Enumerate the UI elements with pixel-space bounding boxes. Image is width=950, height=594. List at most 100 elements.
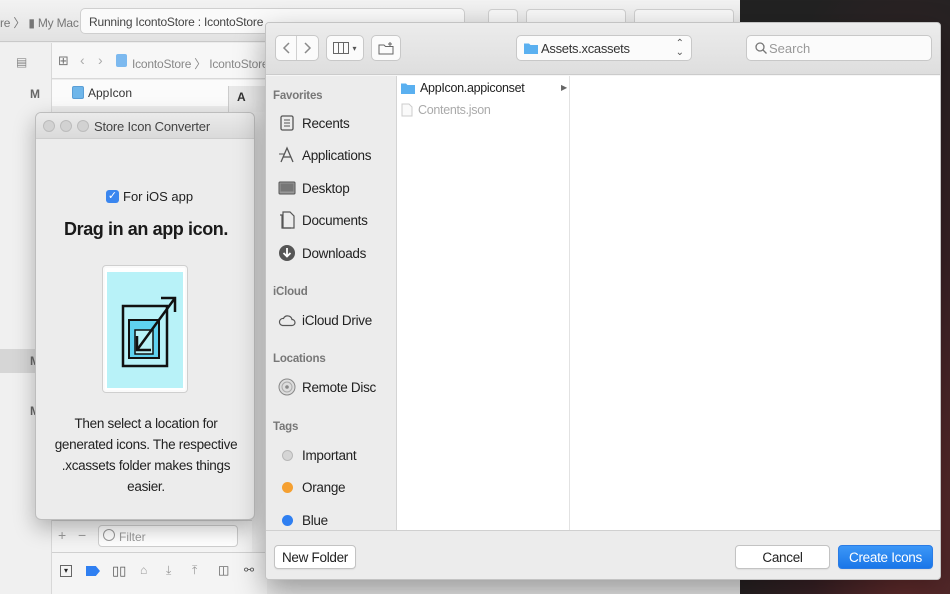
- step-over-icon[interactable]: ⌂: [140, 563, 147, 577]
- sidebar-item-documents[interactable]: Documents: [278, 209, 368, 231]
- documents-icon: [278, 211, 296, 229]
- converter-titlebar: Store Icon Converter: [36, 113, 254, 139]
- applications-icon: [278, 146, 296, 164]
- new-folder-toolbar-button[interactable]: [371, 35, 401, 61]
- new-folder-button[interactable]: New Folder: [274, 545, 356, 569]
- tag-orange-icon: [278, 478, 296, 496]
- tag-gray-icon: [278, 446, 296, 464]
- sidebar-item-desktop[interactable]: Desktop: [278, 177, 350, 199]
- favorites-header: Favorites: [273, 90, 323, 102]
- disclosure-arrow-icon: ▶: [561, 83, 568, 92]
- editor-tab-fragment[interactable]: A: [228, 86, 268, 112]
- file-list-row[interactable]: AppIcon A: [52, 80, 268, 112]
- add-icon[interactable]: +: [58, 527, 66, 543]
- sidebar-item-label: Downloads: [302, 245, 367, 261]
- sidebar-tag-orange[interactable]: Orange: [278, 476, 346, 498]
- step-into-icon[interactable]: ⤓: [166, 563, 171, 578]
- remove-icon[interactable]: −: [78, 527, 86, 543]
- activity-text: Running IcontoStore : IcontoStore: [89, 15, 264, 29]
- project-icon: [116, 54, 127, 67]
- search-input[interactable]: [769, 39, 925, 57]
- recents-icon: [278, 114, 296, 132]
- sidebar-tag-important[interactable]: Important: [278, 444, 357, 466]
- list-item[interactable]: AppIcon.appiconset: [401, 78, 525, 98]
- app-icon-placeholder: [107, 272, 183, 388]
- pause-icon[interactable]: ▯▯: [112, 563, 126, 579]
- nav-status-m: M: [30, 87, 40, 101]
- sidebar-item-downloads[interactable]: Downloads: [278, 242, 366, 264]
- search-field[interactable]: [746, 35, 932, 61]
- forward-button[interactable]: [297, 36, 318, 60]
- forward-icon[interactable]: ›: [98, 52, 103, 68]
- sidebar-item-label: Recents: [302, 115, 350, 131]
- ios-app-checkbox[interactable]: ✓ For iOS app: [106, 189, 193, 204]
- icloud-header: iCloud: [273, 286, 308, 298]
- folder-icon: [524, 43, 538, 54]
- close-window-button[interactable]: [43, 120, 55, 132]
- grid-icon[interactable]: ⊞: [58, 53, 69, 69]
- dialog-sidebar: Favorites Recents Applications Desktop D…: [266, 76, 397, 530]
- sidebar-item-applications[interactable]: Applications: [278, 144, 372, 166]
- store-icon-converter-window: Store Icon Converter ✓ For iOS app Drag …: [35, 112, 255, 520]
- sidebar-item-label: Remote Disc: [302, 379, 376, 395]
- jump-bar: ⊞ ‹ › IcontoStore 〉 IcontoStore: [52, 43, 269, 79]
- browser-column-1: AppIcon.appiconset ▶ Contents.json: [397, 76, 570, 530]
- filter-icon: [103, 529, 115, 541]
- step-out-icon[interactable]: ⤒: [192, 563, 197, 578]
- locations-header: Locations: [273, 353, 326, 365]
- chevron-left-icon: [282, 42, 290, 54]
- sidebar-item-label: Blue: [302, 512, 328, 528]
- dialog-toolbar: ▾ Assets.xcassets ⌃ ⌄: [266, 23, 940, 75]
- file-name: AppIcon: [88, 86, 133, 100]
- navigator-filter-bar: + − Filter: [52, 520, 252, 552]
- zoom-window-button[interactable]: [77, 120, 89, 132]
- breakpoint-icon[interactable]: [86, 566, 100, 576]
- file-name: Contents.json: [418, 103, 491, 117]
- resize-arrow-icon: [121, 296, 177, 368]
- scheme-selector[interactable]: re 〉 ▮ My Mac: [0, 14, 79, 31]
- choose-location-dialog: ▾ Assets.xcassets ⌃⌄ Favorites Recents: [265, 22, 941, 580]
- folder-icon: [401, 83, 415, 94]
- memory-graph-icon[interactable]: ⚯: [244, 563, 254, 577]
- debug-bar: ▾ ▯▯ ⌂ ⤓ ⤒ ◫ ⚯: [52, 552, 267, 594]
- back-icon[interactable]: ‹: [80, 52, 85, 68]
- location-popup[interactable]: Assets.xcassets ⌃ ⌄: [516, 35, 692, 61]
- file-browser: AppIcon.appiconset ▶ Contents.json: [397, 76, 940, 530]
- sidebar-item-label: Documents: [302, 212, 368, 228]
- create-icons-button[interactable]: Create Icons: [838, 545, 933, 569]
- back-forward-control: [275, 35, 319, 61]
- sidebar-item-label: iCloud Drive: [302, 312, 372, 328]
- sidebar-item-remote-disc[interactable]: Remote Disc: [278, 376, 376, 398]
- location-label: Assets.xcassets: [541, 41, 630, 56]
- popup-arrows-icon: ⌃ ⌄: [675, 38, 684, 58]
- view-mode-button[interactable]: ▾: [326, 35, 364, 61]
- minimize-window-button[interactable]: [60, 120, 72, 132]
- asset-catalog-icon: [72, 86, 84, 99]
- document-icon: [401, 103, 413, 117]
- back-button[interactable]: [276, 36, 297, 60]
- sidebar-tag-blue[interactable]: Blue: [278, 509, 328, 531]
- icon-drop-well[interactable]: [102, 265, 188, 393]
- browser-column-2: [571, 76, 940, 530]
- sidebar-item-icloud-drive[interactable]: iCloud Drive: [278, 309, 372, 331]
- sidebar-item-label: Desktop: [302, 180, 350, 196]
- search-icon: [755, 42, 767, 54]
- hide-debug-icon[interactable]: ▾: [60, 565, 72, 577]
- ios-app-checkbox-label: For iOS app: [123, 189, 194, 204]
- view-debugger-icon[interactable]: ◫: [218, 563, 229, 577]
- navigator-filter-input[interactable]: Filter: [98, 525, 238, 547]
- issue-nav-icon[interactable]: ▤: [16, 55, 27, 69]
- file-name: AppIcon.appiconset: [420, 81, 525, 95]
- jump-bar-path[interactable]: IcontoStore 〉 IcontoStore: [132, 55, 269, 72]
- instructions-text: Then select a location for generated ico…: [54, 416, 238, 494]
- cancel-button[interactable]: Cancel: [735, 545, 830, 569]
- sidebar-item-label: Important: [302, 447, 357, 463]
- tag-blue-icon: [278, 511, 296, 529]
- downloads-icon: [278, 244, 296, 262]
- sidebar-item-label: Applications: [302, 147, 372, 163]
- filter-placeholder: Filter: [119, 530, 146, 544]
- sidebar-item-recents[interactable]: Recents: [278, 112, 350, 134]
- chevron-down-icon: ▾: [352, 43, 357, 53]
- checkmark-icon[interactable]: ✓: [106, 190, 119, 203]
- columns-view-icon: ▾: [327, 36, 363, 60]
